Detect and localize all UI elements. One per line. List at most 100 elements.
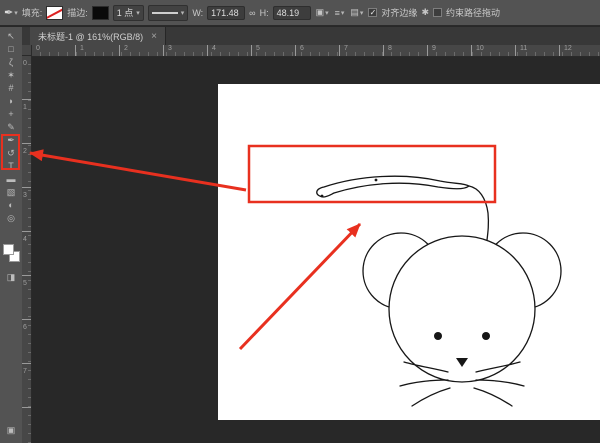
ruler-number: 2 bbox=[124, 45, 128, 52]
foreground-color-swatch[interactable] bbox=[3, 244, 14, 255]
toolbox-tools: ↖ □ ζ ✶ # ◗ + ✎ ✒ ↺ T ▬ ▧ ◐ ◎ bbox=[0, 30, 22, 225]
ruler-number: 2 bbox=[23, 148, 27, 155]
link-dimensions-icon[interactable]: ∞ bbox=[249, 8, 255, 18]
tab-bar: 未标题-1 @ 161%(RGB/8) × bbox=[22, 27, 600, 46]
path-arrangement-button[interactable]: ▤ ▾ bbox=[349, 7, 364, 18]
mouse-eye-left bbox=[434, 332, 442, 340]
chevron-down-icon: ▾ bbox=[325, 9, 329, 17]
close-icon[interactable]: × bbox=[151, 31, 157, 42]
ruler-number: 10 bbox=[476, 45, 484, 52]
photoshop-window: ✒ ▾ 填充: 描边: 1 点 ▾ ▾ W: 171.48 ∞ H: 48.19… bbox=[0, 0, 600, 443]
ruler-number: 12 bbox=[564, 45, 572, 52]
constrain-path-checkbox[interactable] bbox=[432, 8, 442, 17]
ruler-number: 1 bbox=[23, 104, 27, 111]
path-operations-icon: ▣ bbox=[315, 7, 325, 17]
ruler-ticks bbox=[32, 45, 600, 56]
fill-label: 填充: bbox=[21, 8, 43, 18]
chevron-down-icon: ▾ bbox=[359, 9, 364, 17]
canvas-page[interactable] bbox=[218, 84, 600, 420]
mouse-ear-left bbox=[362, 232, 440, 310]
height-label: H: bbox=[259, 7, 269, 18]
current-tool-preset[interactable]: ✒ ▾ bbox=[4, 6, 18, 19]
stroke-label: 描边: bbox=[67, 8, 88, 18]
marquee-tool-icon[interactable]: □ bbox=[0, 43, 22, 56]
ruler-number: 3 bbox=[168, 45, 172, 52]
width-field[interactable]: 171.48 bbox=[207, 5, 246, 20]
ruler-corner bbox=[22, 45, 32, 56]
ruler-number: 0 bbox=[23, 60, 27, 67]
vertical-ruler: 0 1 2 3 4 5 6 7 bbox=[22, 56, 32, 443]
ruler-number: 3 bbox=[23, 192, 27, 199]
width-label: W: bbox=[192, 7, 204, 18]
annotation-arrow-toolbox bbox=[29, 149, 247, 192]
height-field[interactable]: 48.19 bbox=[272, 5, 311, 20]
toolbox: ↖ □ ζ ✶ # ◗ + ✎ ✒ ↺ T ▬ ▧ ◐ ◎ ◨ ▣ bbox=[0, 27, 23, 443]
ruler-number: 6 bbox=[300, 45, 304, 52]
stroke-width-dropdown[interactable]: 1 点 ▾ bbox=[112, 4, 144, 21]
ruler-number: 6 bbox=[23, 324, 27, 331]
color-swatches bbox=[0, 243, 22, 265]
mouse-tail bbox=[316, 175, 471, 198]
document-title: 未标题-1 @ 161%(RGB/8) bbox=[38, 31, 144, 42]
pen-tool-icon[interactable]: ✒ bbox=[0, 134, 22, 147]
horizontal-ruler: 0 1 2 3 4 5 6 7 8 9 10 11 12 bbox=[32, 45, 600, 57]
constrain-path-label: 约束路径拖动 bbox=[445, 8, 500, 18]
chevron-down-icon: ▾ bbox=[14, 9, 18, 17]
ruler-number: 1 bbox=[80, 45, 84, 52]
path-alignment-button[interactable]: ≡ ▾ bbox=[334, 8, 346, 18]
path-arrangement-icon: ▤ bbox=[350, 7, 359, 17]
path-alignment-icon: ≡ bbox=[334, 7, 340, 18]
dodge-tool-icon[interactable]: ◐ bbox=[0, 199, 22, 212]
chevron-down-icon: ▾ bbox=[180, 9, 185, 17]
align-edges-label: 对齐边缘 bbox=[381, 8, 418, 18]
screen-mode-icon[interactable]: ▣ bbox=[0, 424, 22, 437]
ruler-number: 5 bbox=[23, 280, 27, 287]
mouse-drawing bbox=[316, 175, 562, 407]
ruler-number: 11 bbox=[520, 45, 528, 52]
move-tool-icon[interactable]: ↖ bbox=[0, 30, 22, 43]
ruler-number: 0 bbox=[36, 45, 40, 52]
ruler-number: 4 bbox=[23, 236, 27, 243]
ruler-number: 8 bbox=[388, 45, 392, 52]
path-anchor-point bbox=[374, 178, 378, 182]
pen-tool-icon: ✒ bbox=[4, 7, 14, 19]
chevron-down-icon: ▾ bbox=[136, 9, 140, 17]
stroke-width-value: 1 点 bbox=[116, 8, 134, 18]
type-tool-icon[interactable]: T bbox=[0, 160, 22, 173]
brush-tool-icon[interactable]: ✎ bbox=[0, 121, 22, 134]
path-operations-button[interactable]: ▣ ▾ bbox=[315, 7, 330, 18]
zoom-tool-icon[interactable]: ◎ bbox=[0, 212, 22, 225]
quick-selection-tool-icon[interactable]: ✶ bbox=[0, 69, 22, 82]
chevron-down-icon: ▾ bbox=[340, 9, 345, 17]
align-edges-checkbox[interactable]: ✓ bbox=[368, 8, 378, 17]
mouse-eye-right bbox=[482, 332, 490, 340]
tutorial-annotations bbox=[1, 134, 497, 351]
gradient-tool-icon[interactable]: ▧ bbox=[0, 186, 22, 199]
history-brush-tool-icon[interactable]: ↺ bbox=[0, 147, 22, 160]
eraser-tool-icon[interactable]: ▬ bbox=[0, 173, 22, 186]
stroke-type-dropdown[interactable]: ▾ bbox=[147, 4, 189, 21]
ruler-ticks bbox=[22, 56, 31, 443]
fill-swatch[interactable] bbox=[46, 5, 64, 20]
crop-tool-icon[interactable]: # bbox=[0, 82, 22, 95]
annotation-arrow-tail bbox=[238, 222, 362, 351]
stroke-swatch[interactable] bbox=[91, 5, 109, 20]
healing-brush-tool-icon[interactable]: + bbox=[0, 108, 22, 121]
ruler-number: 7 bbox=[23, 368, 27, 375]
document-tab[interactable]: 未标题-1 @ 161%(RGB/8) × bbox=[30, 27, 167, 45]
lasso-tool-icon[interactable]: ζ bbox=[0, 56, 22, 69]
gear-icon[interactable]: ✱ bbox=[421, 7, 429, 18]
quick-mask-icon[interactable]: ◨ bbox=[0, 271, 22, 284]
eyedropper-tool-icon[interactable]: ◗ bbox=[0, 95, 22, 108]
mouse-head bbox=[388, 235, 536, 383]
mouse-tail-connector bbox=[468, 185, 490, 241]
ruler-number: 4 bbox=[212, 45, 216, 52]
check-icon: ✓ bbox=[369, 8, 377, 17]
mouse-ear-right bbox=[484, 232, 562, 310]
ruler-number: 5 bbox=[256, 45, 260, 52]
canvas-overlay bbox=[1, 84, 600, 420]
mouse-nose bbox=[456, 358, 468, 367]
ruler-number: 7 bbox=[344, 45, 348, 52]
path-anchor-point bbox=[320, 194, 324, 198]
highlight-rectangle bbox=[247, 144, 497, 204]
